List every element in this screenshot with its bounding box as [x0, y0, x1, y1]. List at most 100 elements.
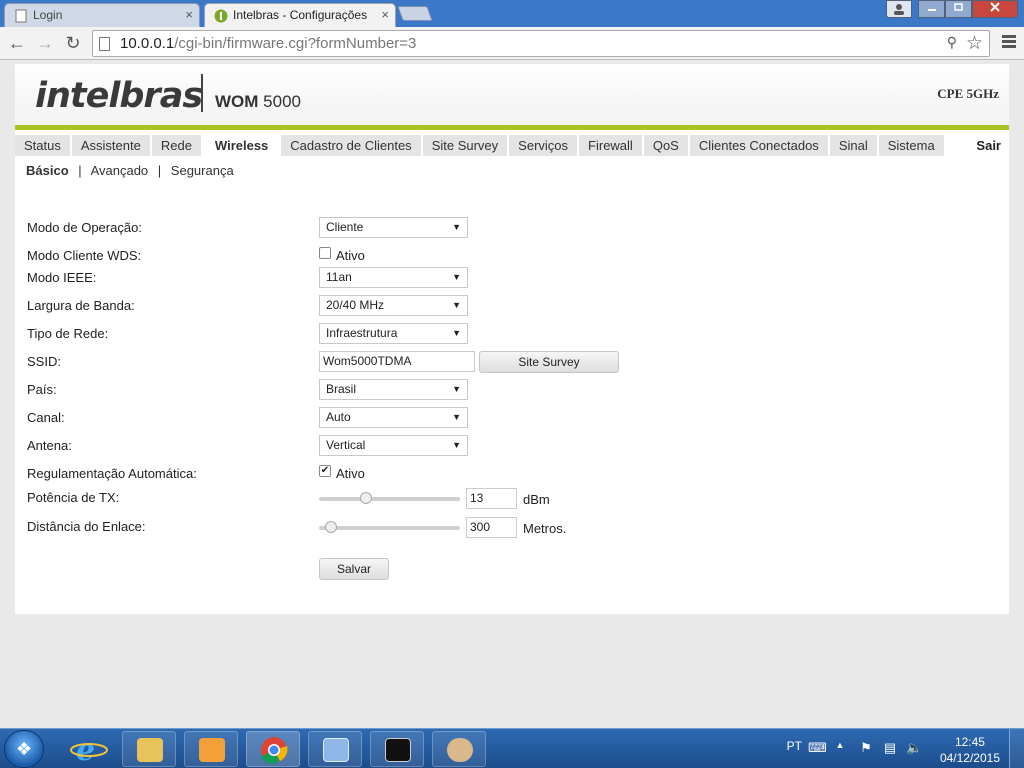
browser-tab-title: Login	[33, 8, 63, 22]
reload-icon[interactable]: ↻	[62, 33, 84, 53]
potencia-input[interactable]: 13	[466, 488, 517, 509]
file-explorer-icon[interactable]	[122, 731, 176, 767]
sub-nav: Básico | Avançado | Segurança	[26, 163, 240, 178]
pais-select[interactable]: Brasil ▼	[319, 379, 468, 400]
field-label: Modo IEEE:	[27, 270, 97, 285]
network-icon[interactable]: ▤	[882, 740, 898, 756]
media-player-icon[interactable]	[184, 731, 238, 767]
close-tab-icon[interactable]: ×	[185, 4, 193, 26]
back-arrow-icon[interactable]: ←	[6, 33, 28, 53]
subtab-avancado[interactable]: Avançado	[91, 163, 149, 178]
clock-time: 12:45	[954, 735, 985, 749]
site-survey-button[interactable]: Site Survey	[479, 351, 619, 373]
address-bar[interactable]: 10.0.0.1/cgi-bin/firmware.cgi?formNumber…	[92, 30, 990, 57]
tab-sinal[interactable]: Sinal	[829, 135, 877, 156]
chrome-icon[interactable]	[246, 731, 300, 767]
regulamentacao-checkbox[interactable]: ✔	[319, 465, 331, 477]
modo-ieee-select[interactable]: 11an ▼	[319, 267, 468, 288]
row-ssid: SSID: Wom5000TDMA Site Survey	[27, 351, 987, 373]
field-label: Largura de Banda:	[27, 298, 135, 313]
distancia-slider[interactable]	[319, 521, 460, 533]
action-center-flag-icon[interactable]: ⚑	[858, 740, 874, 756]
show-hidden-icons-icon[interactable]: ▲	[832, 740, 848, 756]
svg-text:e: e	[76, 733, 95, 767]
potencia-slider[interactable]	[319, 492, 460, 504]
paint-icon[interactable]	[432, 731, 486, 767]
restore-button[interactable]	[945, 0, 972, 18]
internet-explorer-icon[interactable]: e	[62, 731, 116, 768]
browser-tab-login[interactable]: Login ×	[4, 3, 200, 27]
start-button[interactable]: ❖	[4, 730, 44, 768]
main-nav: Status Assistente Rede Wireless Cadastro…	[15, 135, 1009, 158]
field-label: Regulamentação Automática:	[27, 466, 197, 481]
system-tray: PT ⌨ ▲ ⚑ ▤ 🔈 12:45 04/12/2015	[774, 729, 1024, 768]
control-panel-icon[interactable]	[308, 731, 362, 767]
key-icon[interactable]: ⚲	[947, 34, 957, 51]
checkbox-label: Ativo	[336, 248, 365, 263]
taskbar-clock[interactable]: 12:45 04/12/2015	[940, 734, 1000, 766]
language-indicator[interactable]: PT	[787, 739, 802, 753]
accent-bar	[15, 125, 1009, 130]
antena-select[interactable]: Vertical ▼	[319, 435, 468, 456]
user-profile-icon[interactable]	[886, 0, 912, 18]
row-modo-ieee: Modo IEEE: 11an ▼	[27, 267, 987, 288]
ssid-input[interactable]: Wom5000TDMA	[319, 351, 475, 372]
tab-wireless[interactable]: Wireless	[202, 135, 280, 156]
product-name: WOM 5000	[215, 92, 301, 111]
dropdown-arrow-icon: ▼	[452, 412, 461, 422]
row-modo-operacao: Modo de Operação: Cliente ▼	[27, 217, 987, 238]
tab-cadastro-clientes[interactable]: Cadastro de Clientes	[281, 135, 421, 156]
dropdown-arrow-icon: ▼	[452, 328, 461, 338]
tab-rede[interactable]: Rede	[151, 135, 201, 156]
dropdown-arrow-icon: ▼	[452, 300, 461, 310]
field-label: Canal:	[27, 410, 65, 425]
tab-sistema[interactable]: Sistema	[878, 135, 944, 156]
tab-qos[interactable]: QoS	[643, 135, 688, 156]
forward-arrow-icon[interactable]: →	[34, 33, 56, 53]
browser-menu-icon[interactable]	[1002, 35, 1016, 50]
row-antena: Antena: Vertical ▼	[27, 435, 987, 456]
subtab-basico[interactable]: Básico	[26, 163, 69, 178]
tipo-rede-select[interactable]: Infraestrutura ▼	[319, 323, 468, 344]
tab-clientes-conectados[interactable]: Clientes Conectados	[689, 135, 828, 156]
browser-toolbar: ← → ↻ 10.0.0.1/cgi-bin/firmware.cgi?form…	[0, 27, 1024, 60]
subtab-seguranca[interactable]: Segurança	[171, 163, 234, 178]
minimize-button[interactable]	[918, 0, 945, 18]
unit-label: dBm	[523, 492, 550, 507]
largura-banda-select[interactable]: 20/40 MHz ▼	[319, 295, 468, 316]
tab-assistente[interactable]: Assistente	[71, 135, 150, 156]
modo-wds-checkbox[interactable]	[319, 247, 331, 259]
dropdown-arrow-icon: ▼	[452, 222, 461, 232]
close-tab-icon[interactable]: ×	[381, 4, 389, 26]
save-button[interactable]: Salvar	[319, 558, 389, 580]
canal-select[interactable]: Auto ▼	[319, 407, 468, 428]
slider-thumb[interactable]	[325, 521, 337, 533]
logout-link[interactable]: Sair	[976, 135, 1001, 156]
row-modo-wds: Modo Cliente WDS: Ativo	[27, 245, 987, 265]
field-label: Modo de Operação:	[27, 220, 142, 235]
tab-servicos[interactable]: Serviços	[509, 135, 578, 156]
tab-firewall[interactable]: Firewall	[579, 135, 642, 156]
tab-site-survey[interactable]: Site Survey	[422, 135, 508, 156]
modo-operacao-select[interactable]: Cliente ▼	[319, 217, 468, 238]
keyboard-icon[interactable]: ⌨	[808, 740, 827, 756]
subnav-separator: |	[78, 163, 82, 178]
browser-tabstrip: Login × Intelbras - Configurações ×	[0, 0, 1024, 27]
show-desktop-button[interactable]	[1009, 729, 1024, 768]
windows-taskbar: ❖ e PT ⌨ ▲ ⚑ ▤ 🔈 12:45 04/12/2015	[0, 728, 1024, 768]
bookmark-star-icon[interactable]: ☆	[966, 32, 983, 55]
field-label: País:	[27, 382, 57, 397]
page-header: intelbras WOM 5000 CPE 5GHz	[15, 64, 1009, 127]
volume-muted-icon[interactable]: 🔈	[906, 740, 922, 756]
browser-tab-intelbras[interactable]: Intelbras - Configurações ×	[204, 3, 396, 27]
tab-status[interactable]: Status	[15, 135, 70, 156]
dropdown-arrow-icon: ▼	[452, 272, 461, 282]
row-distancia-enlace: Distância do Enlace: 300 Metros.	[27, 516, 987, 538]
url-text[interactable]: 10.0.0.1/cgi-bin/firmware.cgi?formNumber…	[120, 35, 416, 52]
new-tab-button[interactable]	[397, 6, 433, 21]
close-window-button[interactable]	[972, 0, 1018, 18]
field-label: SSID:	[27, 354, 61, 369]
slider-thumb[interactable]	[360, 492, 372, 504]
distancia-input[interactable]: 300	[466, 517, 517, 538]
command-prompt-icon[interactable]	[370, 731, 424, 767]
